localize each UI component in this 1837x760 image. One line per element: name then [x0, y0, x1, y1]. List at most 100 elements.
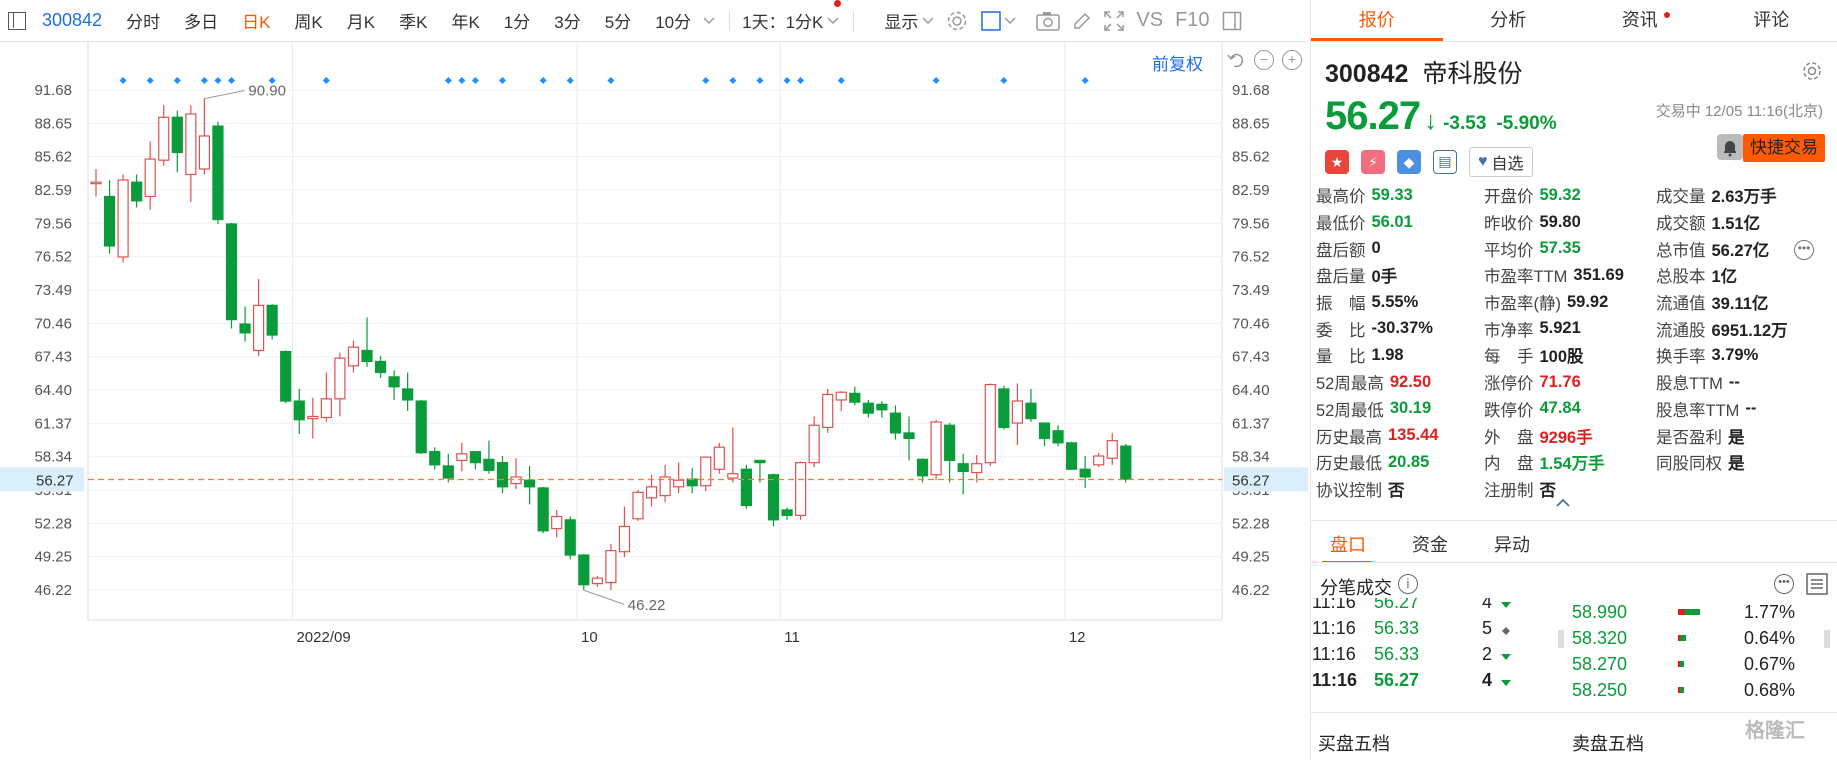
stat-label: 换手率 — [1656, 348, 1706, 367]
tick-down-icon — [1500, 672, 1512, 693]
candle-up — [90, 181, 102, 185]
stat-item: 涨停价 71.76 — [1484, 369, 1624, 396]
vs-button[interactable]: VS — [1136, 9, 1163, 32]
stat-item: 市盈率(静) 59.92 — [1484, 289, 1624, 316]
depth-price: 58.250 — [1572, 680, 1628, 700]
china-flag-icon[interactable]: ★ — [1325, 150, 1349, 174]
tab-comments[interactable]: 评论 — [1706, 0, 1837, 41]
sub-tab-orderbook[interactable]: 盘口 — [1330, 531, 1366, 557]
tick-volume: 5 — [1482, 618, 1493, 638]
y-tick-label-left: 52.28 — [34, 515, 72, 532]
candle-up — [1011, 400, 1024, 424]
adjust-mode-button[interactable]: 前复权 — [1152, 50, 1203, 75]
stat-label: 盘后量 — [1316, 268, 1366, 287]
display-menu[interactable]: 显示 — [884, 8, 934, 33]
sub-tab-capital[interactable]: 资金 — [1412, 531, 1448, 557]
kline-svg: 91.68 91.68 88.65 88.65 85.62 85.62 82.59 82.59… — [0, 42, 1308, 646]
stat-value: 135.44 — [1388, 426, 1439, 445]
quick-trade-button[interactable]: 快捷交易 — [1743, 134, 1825, 162]
candle-down — [523, 479, 536, 488]
y-tick-label-left: 46.22 — [34, 582, 72, 599]
tag-icon[interactable]: ◆ — [1397, 150, 1421, 174]
stat-label: 同股同权 — [1656, 455, 1722, 474]
period-monthly-k[interactable]: 月K — [347, 8, 375, 33]
alert-bell-icon[interactable] — [1717, 134, 1743, 160]
candle-up — [591, 577, 603, 585]
stat-value: 1.54万手 — [1539, 455, 1605, 474]
zoom-out-icon[interactable]: − — [1254, 50, 1274, 70]
period-quarterly-k[interactable]: 季K — [399, 8, 427, 33]
period-more-chevron-icon[interactable] — [703, 16, 715, 25]
stat-value: 1.98 — [1371, 345, 1404, 364]
tick-volume: 4 — [1482, 670, 1493, 690]
period-10min[interactable]: 10分 — [655, 8, 691, 33]
period-weekly-k[interactable]: 周K — [294, 8, 322, 33]
panel-toggle-icon[interactable] — [1222, 11, 1242, 31]
stat-item: 换手率 3.79% — [1656, 342, 1788, 369]
tab-news[interactable]: 资讯 — [1574, 0, 1706, 41]
candle-down — [415, 400, 427, 454]
low-pointer — [583, 589, 624, 605]
candle-down — [957, 463, 969, 473]
zoom-in-icon[interactable]: + — [1282, 50, 1302, 70]
candle-down — [225, 223, 238, 321]
stat-value: 是 — [1728, 428, 1745, 447]
candle-up — [158, 116, 170, 161]
flash-icon[interactable]: ⚡ — [1361, 150, 1385, 174]
period-multiday[interactable]: 多日 — [184, 8, 218, 33]
period-yearly-k[interactable]: 年K — [451, 8, 479, 33]
candle-up — [700, 456, 712, 487]
candle-up — [117, 179, 129, 258]
stat-value: 3.79% — [1711, 345, 1759, 364]
y-tick-label-left: 67.43 — [34, 349, 72, 366]
collapse-chevron-up-icon[interactable] — [1556, 495, 1570, 507]
sub-tab-movement[interactable]: 异动 — [1494, 531, 1530, 557]
heart-icon: ♥ — [1478, 153, 1488, 170]
kline-chart[interactable]: 91.68 91.68 88.65 88.65 85.62 85.62 82.59 82.59… — [0, 42, 1308, 760]
news-icon[interactable]: ▤ — [1433, 150, 1457, 174]
period-5min[interactable]: 5分 — [605, 8, 631, 33]
color-box-icon[interactable] — [980, 10, 1016, 32]
candle-up — [794, 462, 807, 517]
tab-analysis[interactable]: 分析 — [1443, 0, 1575, 41]
stat-item: 总股本 1亿 — [1656, 262, 1788, 289]
depth-bar — [1678, 661, 1684, 667]
y-tick-label-right: 58.34 — [1232, 449, 1270, 466]
fullscreen-icon[interactable] — [1104, 10, 1125, 31]
list-view-icon[interactable] — [1806, 573, 1828, 600]
period-fenshi[interactable]: 分时 — [126, 8, 160, 33]
period-daily-k[interactable]: 日K — [242, 8, 270, 33]
more-dots-icon[interactable]: ••• — [1794, 240, 1814, 260]
f10-button[interactable]: F10 — [1175, 9, 1209, 32]
stat-label: 内 盘 — [1484, 455, 1534, 474]
timeframe-select[interactable]: 1天：1分K — [742, 0, 842, 33]
period-1min[interactable]: 1分 — [504, 8, 530, 33]
stat-value: 9296手 — [1539, 428, 1593, 447]
stock-title: 300842 帝科股份 — [1325, 54, 1827, 90]
depth-pct: 0.68% — [1744, 680, 1796, 700]
candle-down — [361, 349, 373, 363]
camera-icon[interactable] — [1036, 11, 1061, 31]
y-tick-label-right: 88.65 — [1232, 115, 1270, 132]
period-3min[interactable]: 3分 — [554, 8, 580, 33]
depth-scrollbar[interactable] — [1824, 630, 1830, 648]
settings-gear-icon[interactable] — [946, 10, 968, 32]
tab-quote[interactable]: 报价 — [1311, 0, 1443, 41]
candle-up — [618, 525, 631, 553]
pencil-icon[interactable] — [1072, 11, 1092, 31]
info-icon[interactable]: i — [1398, 574, 1418, 594]
tick-list[interactable]: 11:16 56.27 4 11:16 56.33 5 11:16 56.33 2 11:16 56… — [1310, 598, 1560, 710]
stat-item: 注册制否 — [1484, 476, 1624, 503]
add-watchlist-button[interactable]: ♥ 自选 — [1469, 147, 1533, 177]
more-options-icon[interactable]: ••• — [1774, 574, 1794, 594]
sidebar-toggle-icon[interactable] — [8, 11, 26, 30]
event-marker — [322, 77, 330, 84]
stat-value: 57.35 — [1539, 239, 1581, 258]
undo-icon[interactable] — [1226, 50, 1246, 70]
candle-down — [876, 403, 888, 411]
depth-price: 58.990 — [1572, 602, 1628, 622]
depth-list[interactable]: 58.990 1.77% 58.320 0.64% 58.270 0.67% 58.250 0… — [1560, 598, 1837, 710]
stat-value: 56.27亿 — [1711, 241, 1770, 260]
gear-icon[interactable] — [1801, 60, 1823, 82]
event-marker — [837, 77, 845, 84]
